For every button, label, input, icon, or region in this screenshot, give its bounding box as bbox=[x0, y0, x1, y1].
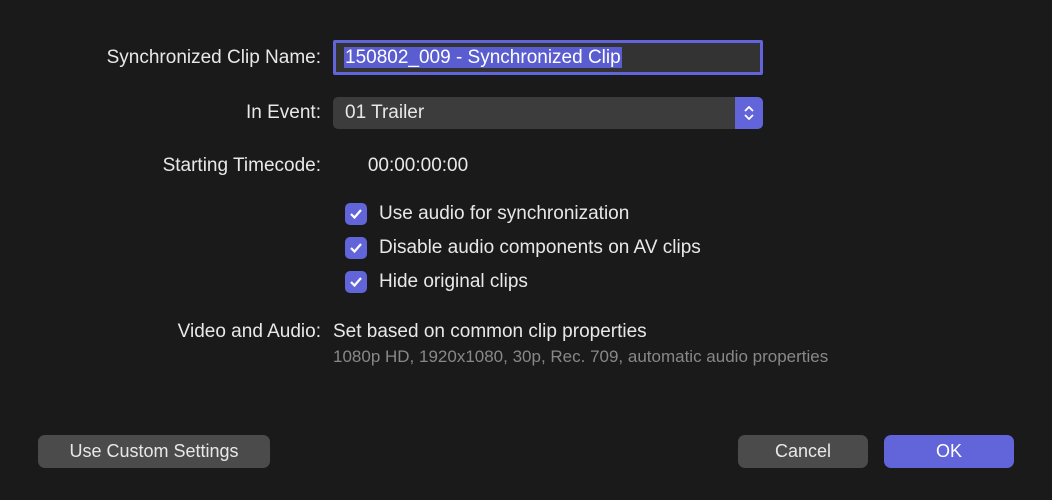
clip-name-label: Synchronized Clip Name: bbox=[38, 47, 333, 69]
in-event-label: In Event: bbox=[38, 102, 333, 124]
starting-timecode-input[interactable] bbox=[333, 151, 503, 181]
use-custom-settings-button[interactable]: Use Custom Settings bbox=[38, 435, 270, 468]
synchronize-clips-dialog: Synchronized Clip Name: 150802_009 - Syn… bbox=[10, 10, 1042, 490]
video-audio-description: Set based on common clip properties bbox=[333, 321, 828, 343]
cancel-button[interactable]: Cancel bbox=[738, 435, 868, 468]
ok-button[interactable]: OK bbox=[884, 435, 1014, 468]
in-event-value: 01 Trailer bbox=[345, 102, 424, 124]
select-arrows-icon bbox=[735, 97, 763, 129]
hide-original-clips-label: Hide original clips bbox=[379, 271, 528, 293]
starting-timecode-label: Starting Timecode: bbox=[38, 155, 333, 177]
disable-audio-components-label: Disable audio components on AV clips bbox=[379, 237, 701, 259]
use-audio-sync-label: Use audio for synchronization bbox=[379, 203, 629, 225]
hide-original-clips-checkbox[interactable] bbox=[345, 271, 367, 293]
checkmark-icon bbox=[349, 275, 363, 289]
clip-name-input[interactable]: 150802_009 - Synchronized Clip bbox=[333, 40, 763, 75]
video-audio-subtext: 1080p HD, 1920x1080, 30p, Rec. 709, auto… bbox=[333, 347, 828, 367]
checkmark-icon bbox=[349, 207, 363, 221]
disable-audio-components-checkbox[interactable] bbox=[345, 237, 367, 259]
video-audio-label: Video and Audio: bbox=[38, 321, 333, 343]
use-audio-sync-checkbox[interactable] bbox=[345, 203, 367, 225]
in-event-select[interactable]: 01 Trailer bbox=[333, 97, 763, 129]
checkmark-icon bbox=[349, 241, 363, 255]
